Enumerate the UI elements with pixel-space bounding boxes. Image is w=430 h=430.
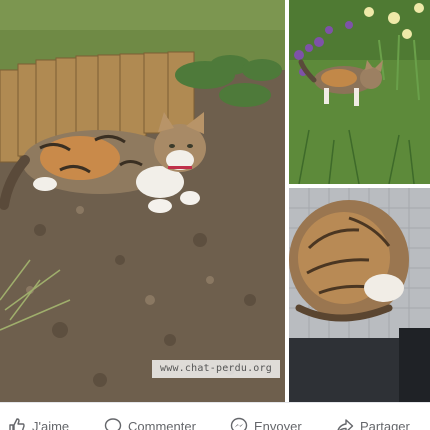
share-button[interactable]: Partager: [336, 417, 410, 430]
photo-cat-in-flowers-image: [289, 0, 430, 184]
photo-grid: www.chat-perdu.org: [0, 0, 430, 402]
comment-label: Commenter: [128, 418, 196, 430]
watermark-text: www.chat-perdu.org: [152, 360, 280, 378]
photo-cat-curled-image: [289, 188, 430, 402]
speech-bubble-icon: [104, 417, 122, 430]
messenger-icon: [230, 417, 248, 430]
send-button[interactable]: Envoyer: [230, 417, 302, 430]
photo-cat-on-soil[interactable]: [0, 0, 285, 402]
photo-cat-in-flowers[interactable]: [289, 0, 430, 184]
send-label: Envoyer: [254, 418, 302, 430]
like-label: J'aime: [32, 418, 70, 430]
post-action-bar: J'aime Commenter Envoyer Partager: [0, 402, 430, 430]
share-arrow-icon: [336, 417, 354, 430]
thumbs-up-icon: [8, 417, 26, 430]
photo-cat-curled[interactable]: [289, 188, 430, 402]
like-button[interactable]: J'aime: [8, 417, 69, 430]
share-label: Partager: [360, 418, 410, 430]
comment-button[interactable]: Commenter: [104, 417, 196, 430]
photo-cat-on-soil-image: [0, 0, 285, 402]
